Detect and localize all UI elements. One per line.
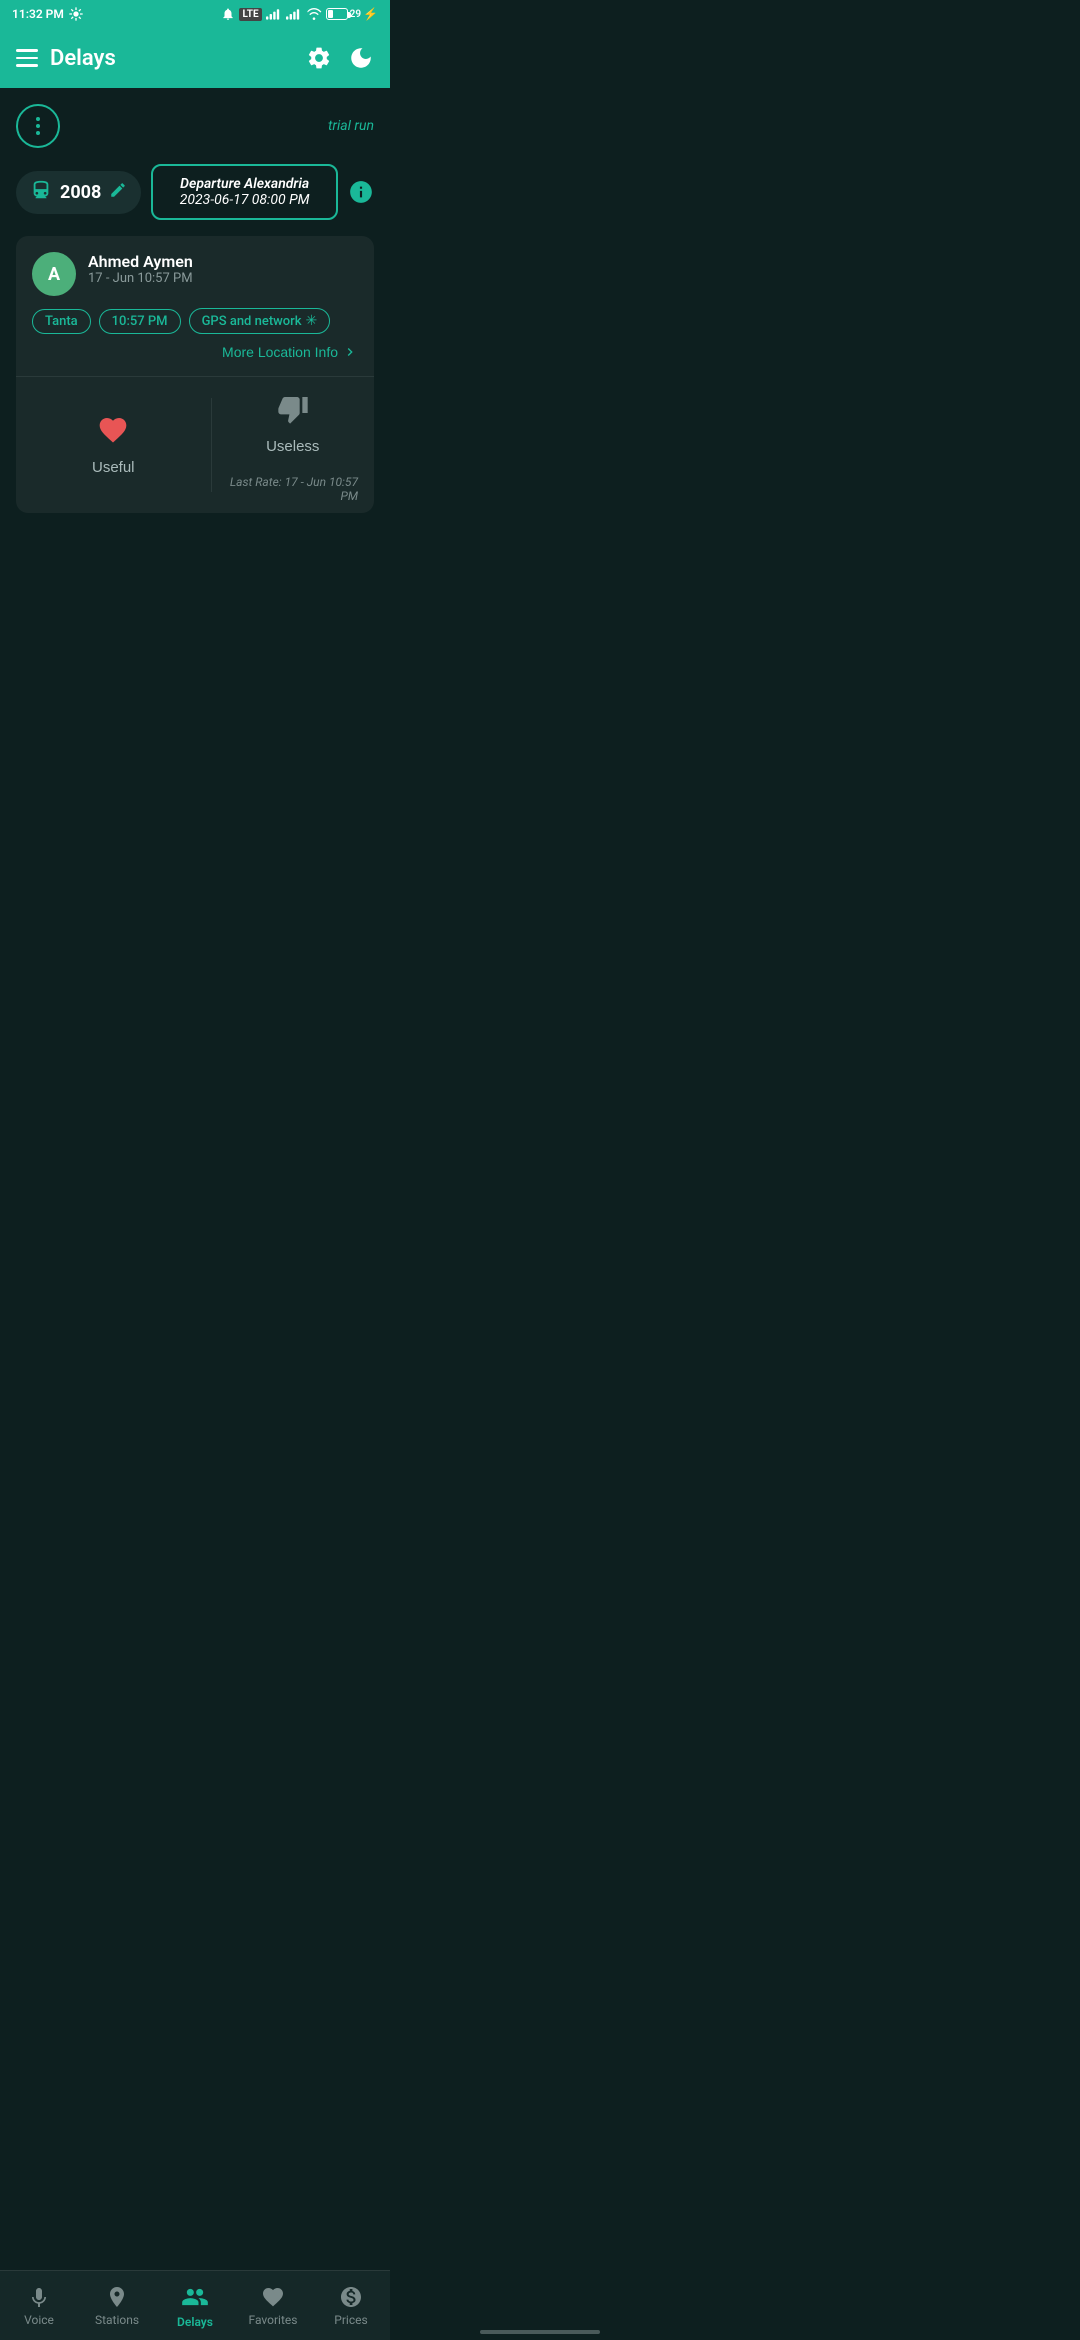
settings-icon bbox=[306, 45, 332, 71]
station-tag[interactable]: Tanta bbox=[32, 309, 91, 334]
nav-label-voice: Voice bbox=[24, 2313, 54, 2327]
settings-button[interactable] bbox=[306, 45, 332, 71]
voice-icon bbox=[27, 2285, 51, 2309]
prices-icon bbox=[339, 2285, 363, 2309]
useful-button[interactable]: Useful bbox=[16, 398, 212, 492]
status-time: 11:32 PM bbox=[12, 6, 84, 22]
stations-icon bbox=[105, 2285, 129, 2309]
brightness-icon bbox=[348, 45, 374, 71]
status-indicators: LTE 29 ⚡ bbox=[221, 7, 378, 21]
train-number-box[interactable]: 2008 bbox=[16, 171, 141, 214]
avatar: A bbox=[32, 252, 76, 296]
trial-run-label: trial run bbox=[328, 118, 374, 134]
train-info-row: 2008 Departure Alexandria 2023-06-17 08:… bbox=[16, 164, 374, 220]
tags-row: Tanta 10:57 PM GPS and network ✳ bbox=[32, 308, 358, 334]
user-timestamp: 17 - Jun 10:57 PM bbox=[88, 271, 193, 286]
delays-icon bbox=[181, 2283, 209, 2311]
thumbdown-svg bbox=[277, 393, 309, 425]
heart-svg bbox=[97, 414, 129, 446]
more-location-button[interactable]: More Location Info bbox=[222, 344, 358, 360]
info-button[interactable] bbox=[348, 179, 374, 205]
delay-card: A Ahmed Aymen 17 - Jun 10:57 PM Tanta 10… bbox=[16, 236, 374, 513]
more-location-row: More Location Info bbox=[32, 344, 358, 360]
nav-label-favorites: Favorites bbox=[249, 2313, 298, 2327]
train-number: 2008 bbox=[60, 182, 101, 203]
nav-item-stations[interactable]: Stations bbox=[78, 2279, 156, 2333]
brightness-button[interactable] bbox=[348, 45, 374, 71]
nav-label-delays: Delays bbox=[177, 2315, 213, 2329]
nav-item-favorites[interactable]: Favorites bbox=[234, 2279, 312, 2333]
nav-item-voice[interactable]: Voice bbox=[0, 2279, 78, 2333]
departure-box[interactable]: Departure Alexandria 2023-06-17 08:00 PM bbox=[151, 164, 338, 220]
page-title: Delays bbox=[50, 46, 116, 71]
useful-label: Useful bbox=[92, 459, 135, 476]
lte-badge: LTE bbox=[239, 8, 261, 21]
nav-item-delays[interactable]: Delays bbox=[156, 2277, 234, 2335]
home-indicator bbox=[480, 2330, 600, 2334]
main-content: trial run 2008 Departure Alexandria 2023… bbox=[0, 88, 390, 774]
thumbdown-icon bbox=[277, 393, 309, 432]
options-button[interactable] bbox=[16, 104, 60, 148]
nav-label-prices: Prices bbox=[334, 2313, 367, 2327]
status-bar: 11:32 PM LTE 29 ⚡ bbox=[0, 0, 390, 28]
media-icon bbox=[68, 6, 84, 22]
top-row: trial run bbox=[16, 104, 374, 148]
heart-icon bbox=[97, 414, 129, 453]
app-bar-left: Delays bbox=[16, 46, 116, 71]
user-name: Ahmed Aymen bbox=[88, 252, 193, 271]
nav-label-stations: Stations bbox=[95, 2313, 139, 2327]
rating-row: Useful Useless Last Rate: 17 - Jun 10:57… bbox=[16, 377, 374, 513]
app-bar-right bbox=[306, 45, 374, 71]
train-icon bbox=[30, 179, 52, 206]
delay-card-header: A Ahmed Aymen 17 - Jun 10:57 PM Tanta 10… bbox=[16, 236, 374, 377]
time-tag[interactable]: 10:57 PM bbox=[99, 309, 181, 334]
gps-tag[interactable]: GPS and network ✳ bbox=[189, 308, 331, 334]
battery-indicator: 29 ⚡ bbox=[326, 7, 378, 21]
useless-label: Useless bbox=[266, 438, 319, 455]
edit-svg bbox=[109, 181, 127, 199]
alarm-icon bbox=[221, 7, 235, 21]
wifi-icon bbox=[306, 8, 322, 20]
app-bar: Delays bbox=[0, 28, 390, 88]
bottom-nav: Voice Stations Delays Favorites Prices bbox=[0, 2270, 390, 2340]
user-row: A Ahmed Aymen 17 - Jun 10:57 PM bbox=[32, 252, 358, 296]
signal-icon-2 bbox=[286, 8, 302, 20]
signal-icon bbox=[266, 8, 282, 20]
useless-section: Useless Last Rate: 17 - Jun 10:57 PM bbox=[212, 377, 375, 513]
nav-item-prices[interactable]: Prices bbox=[312, 2279, 390, 2333]
user-info: Ahmed Aymen 17 - Jun 10:57 PM bbox=[88, 252, 193, 286]
departure-location: Departure Alexandria bbox=[167, 176, 322, 192]
info-svg bbox=[348, 179, 374, 205]
train-svg bbox=[30, 179, 52, 201]
menu-button[interactable] bbox=[16, 49, 38, 67]
last-rate-text: Last Rate: 17 - Jun 10:57 PM bbox=[212, 471, 375, 513]
favorites-icon bbox=[261, 2285, 285, 2309]
useless-button[interactable]: Useless bbox=[212, 377, 375, 471]
departure-datetime: 2023-06-17 08:00 PM bbox=[167, 192, 322, 208]
chevron-right-icon bbox=[342, 344, 358, 360]
edit-icon[interactable] bbox=[109, 181, 127, 203]
